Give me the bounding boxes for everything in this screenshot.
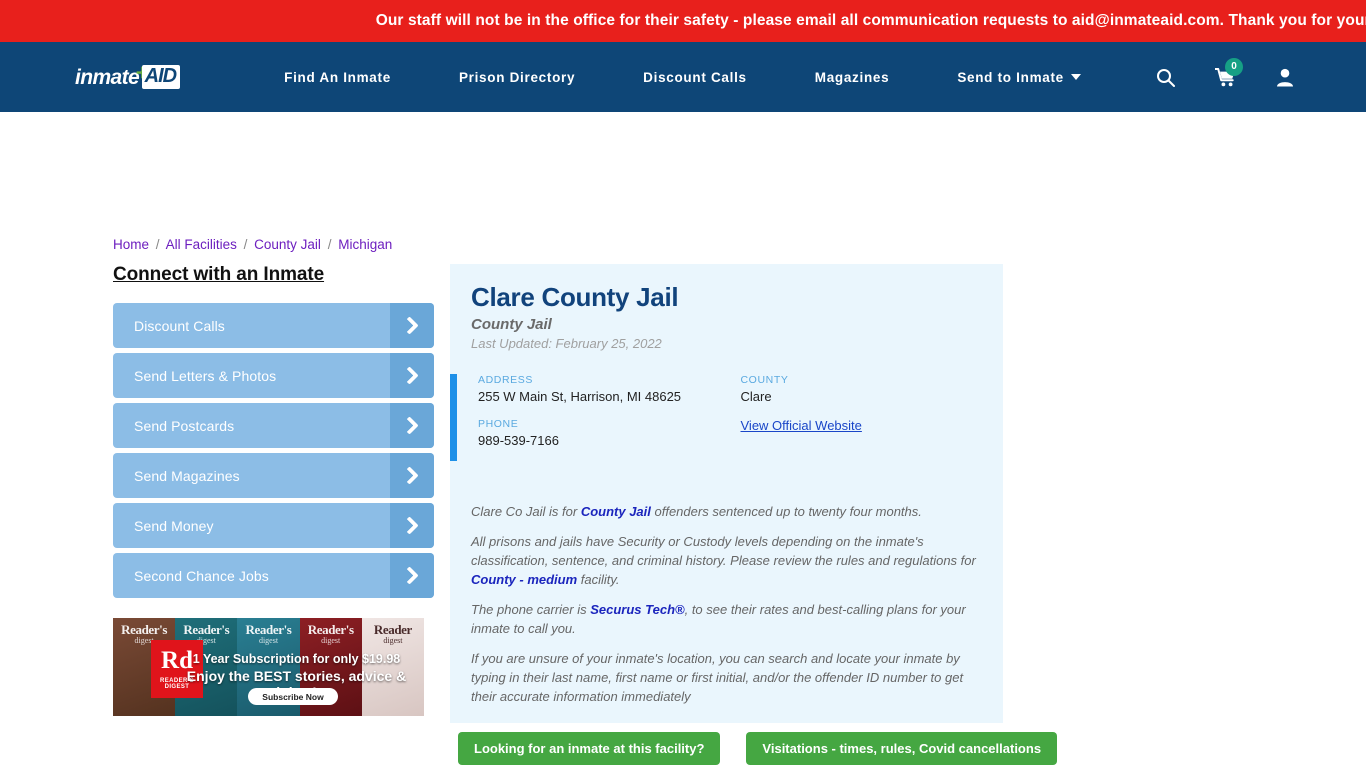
phone-label: PHONE (478, 418, 519, 430)
chevron-right-icon (390, 303, 434, 348)
ad-subscribe-button[interactable]: Subscribe Now (248, 688, 338, 705)
p1-text-a: Clare Co Jail is for (471, 504, 581, 519)
nav-item-send-to-inmate[interactable]: Send to Inmate (923, 70, 1115, 85)
user-icon[interactable] (1276, 68, 1294, 87)
cart-count-badge: 0 (1225, 57, 1243, 76)
p3-text-a: The phone carrier is (471, 602, 591, 617)
search-icon[interactable] (1156, 68, 1175, 87)
page-body: Home / All Facilities / County Jail / Mi… (0, 112, 1366, 768)
description-paragraph-2: All prisons and jails have Security or C… (471, 532, 983, 589)
sidebar-item-label: Send Magazines (134, 467, 240, 484)
description-paragraph-4: If you are unsure of your inmate's locat… (471, 651, 964, 704)
breadcrumb-item-all-facilities[interactable]: All Facilities (166, 237, 237, 252)
sidebar-item-discount-calls[interactable]: Discount Calls (113, 303, 434, 348)
county-medium-link[interactable]: County - medium (471, 572, 577, 587)
logo-wordmark: inmate (75, 65, 140, 89)
sidebar-title: Connect with an Inmate (113, 264, 325, 285)
address-column: ADDRESS 255 W Main St, Harrison, MI 4862… (478, 374, 741, 448)
nav-item-prison-directory[interactable]: Prison Directory (425, 70, 609, 85)
nav-item-magazines[interactable]: Magazines (781, 70, 924, 85)
sidebar-item-label: Send Letters & Photos (134, 367, 277, 384)
address-label: ADDRESS (478, 374, 533, 386)
main-navbar: inmate ✛ AID Find An Inmate Prison Direc… (0, 42, 1366, 112)
address-value: 255 W Main St, Harrison, MI 48625 (478, 389, 682, 404)
nav-item-discount-calls[interactable]: Discount Calls (609, 70, 781, 85)
sidebar-item-label: Second Chance Jobs (134, 567, 269, 584)
visitations-button[interactable]: Visitations - times, rules, Covid cancel… (746, 732, 1058, 765)
breadcrumb-separator: / (327, 237, 332, 252)
facility-contact-block: ADDRESS 255 W Main St, Harrison, MI 4862… (450, 374, 1003, 461)
find-inmate-button[interactable]: Looking for an inmate at this facility? (458, 732, 721, 765)
sidebar-item-send-magazines[interactable]: Send Magazines (113, 453, 434, 498)
facility-description: Clare Co Jail is for County Jail offende… (471, 502, 983, 717)
breadcrumb-item-home[interactable]: Home (113, 237, 149, 252)
cart-icon[interactable]: 0 (1215, 57, 1243, 87)
site-logo[interactable]: inmate ✛ AID (75, 64, 181, 90)
alert-banner-text: Our staff will not be in the office for … (375, 12, 1366, 29)
nav-links: Find An Inmate Prison Directory Discount… (250, 70, 1115, 85)
advertisement-banner[interactable]: Reader's digest Reader's digest Reader's… (113, 618, 424, 716)
ad-cover-subtitle: digest (258, 636, 279, 645)
facility-last-updated: Last Updated: February 25, 2022 (471, 336, 662, 351)
securus-tech-link[interactable]: Securus Tech® (590, 602, 684, 617)
chevron-right-icon (390, 503, 434, 548)
nav-item-find-an-inmate[interactable]: Find An Inmate (250, 70, 425, 85)
breadcrumb: Home / All Facilities / County Jail / Mi… (113, 237, 392, 252)
county-value: Clare (740, 389, 772, 404)
p2-text-a: All prisons and jails have Security or C… (471, 534, 976, 568)
sidebar-item-send-money[interactable]: Send Money (113, 503, 434, 548)
facility-type: County Jail (471, 316, 552, 333)
facility-name: Clare County Jail (471, 282, 679, 312)
sidebar: Connect with an Inmate Discount Calls Se… (113, 264, 434, 603)
nav-icon-group: 0 (1156, 57, 1294, 87)
breadcrumb-item-michigan[interactable]: Michigan (338, 237, 392, 252)
county-jail-link[interactable]: County Jail (581, 504, 651, 519)
logo-aid-badge: AID (141, 65, 181, 89)
chevron-down-icon (1070, 74, 1081, 80)
sidebar-item-send-letters-photos[interactable]: Send Letters & Photos (113, 353, 434, 398)
alert-banner: Our staff will not be in the office for … (0, 0, 1366, 42)
official-website-link[interactable]: View Official Website (741, 418, 1004, 433)
ad-cover-subtitle: digest (383, 636, 403, 645)
sidebar-item-send-postcards[interactable]: Send Postcards (113, 403, 434, 448)
breadcrumb-item-county-jail[interactable]: County Jail (254, 237, 321, 252)
chevron-right-icon (390, 403, 434, 448)
ad-cover-subtitle: digest (321, 636, 341, 645)
description-paragraph-3: The phone carrier is Securus Tech®, to s… (471, 600, 983, 638)
ad-magazine-cover: Reader digest (361, 618, 424, 716)
sidebar-item-label: Send Money (134, 517, 214, 534)
action-button-row: Looking for an inmate at this facility? … (458, 732, 1058, 765)
facility-info-card: Clare County Jail County Jail Last Updat… (450, 264, 1003, 723)
chevron-right-icon (390, 453, 434, 498)
sidebar-item-label: Send Postcards (134, 417, 235, 434)
chevron-right-icon (390, 553, 434, 598)
nav-item-send-to-inmate-label: Send to Inmate (957, 69, 1064, 85)
county-label: COUNTY (740, 374, 789, 386)
breadcrumb-separator: / (243, 237, 248, 252)
sidebar-item-label: Discount Calls (134, 317, 225, 334)
p1-text-b: offenders sentenced up to twenty four mo… (650, 504, 922, 519)
phone-value: 989-539-7166 (478, 433, 559, 448)
ad-headline: 1 Year Subscription for only $19.98 (192, 652, 401, 666)
sidebar-item-second-chance-jobs[interactable]: Second Chance Jobs (113, 553, 434, 598)
description-paragraph-1: Clare Co Jail is for County Jail offende… (471, 502, 983, 521)
chevron-right-icon (390, 353, 434, 398)
breadcrumb-separator: / (155, 237, 160, 252)
p2-text-b: facility. (577, 572, 620, 587)
county-column: COUNTY Clare View Official Website (741, 374, 1004, 448)
